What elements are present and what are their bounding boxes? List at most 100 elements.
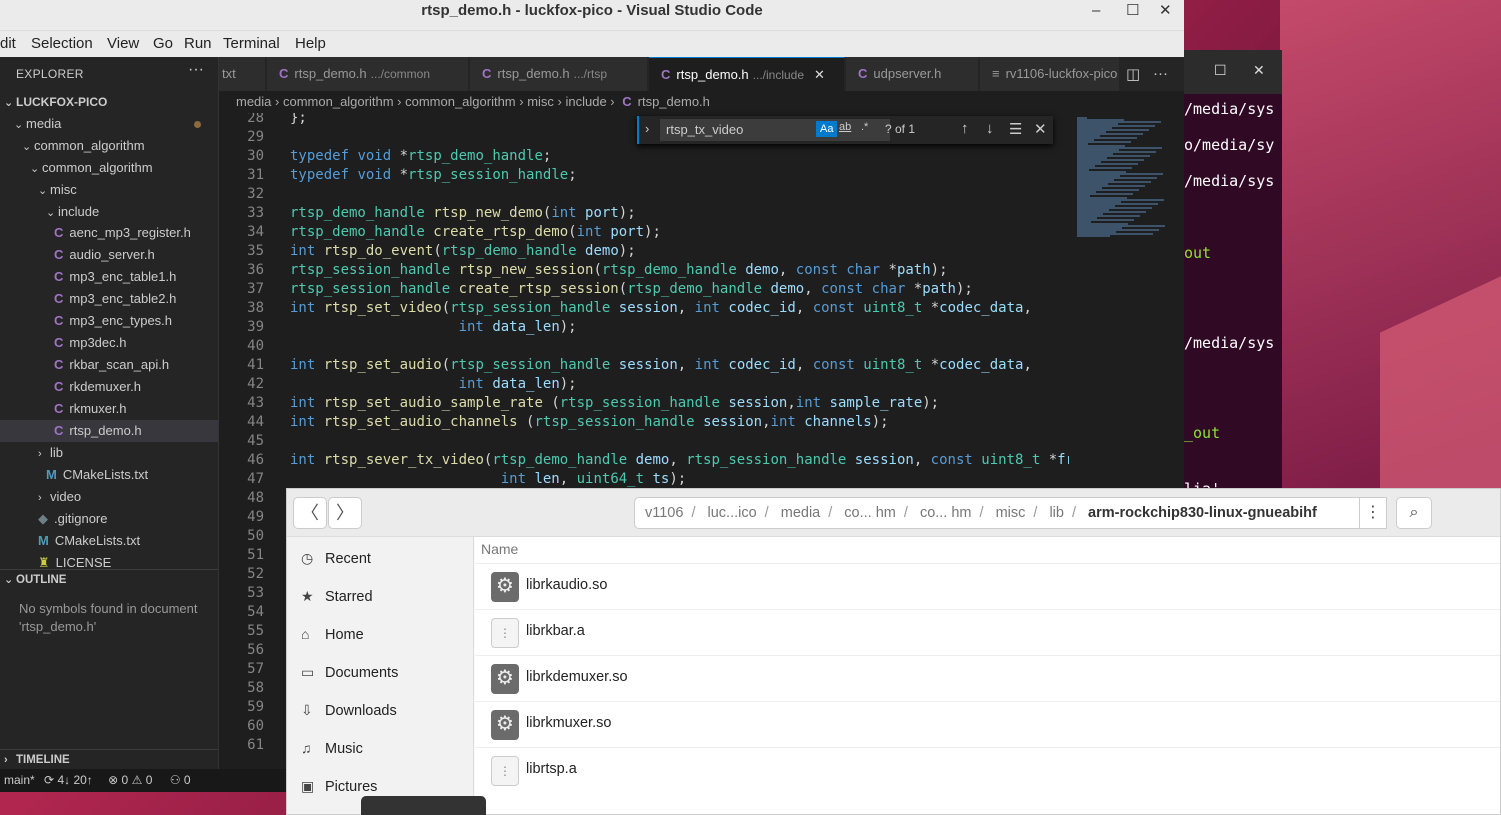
tab-rv1106[interactable]: ≡ rv1106-luckfox-pico <box>980 57 1120 91</box>
path-bar[interactable]: v1106/ luc...ico / media / co... hm / co...… <box>634 497 1360 529</box>
code-line[interactable]: 33 rtsp_demo_handle rtsp_new_demo(int por… <box>219 204 1069 223</box>
path-segment[interactable]: v1106 <box>645 505 683 521</box>
forward-button[interactable]: 〉 <box>328 497 362 529</box>
match-word-toggle[interactable]: ab <box>839 121 851 133</box>
code-line[interactable]: 41 int rtsp_set_audio(rtsp_session_handle… <box>219 356 1069 375</box>
path-segment[interactable]: misc <box>996 505 1026 521</box>
explorer-item[interactable]: ⌄ media <box>0 113 218 135</box>
place-pictures[interactable]: ▣ Pictures <box>301 778 377 795</box>
code-line[interactable]: 45 <box>219 432 1069 451</box>
tab-txt[interactable]: txt <box>219 57 266 91</box>
code-line[interactable]: 47 int len, uint64_t ts); <box>219 470 1069 489</box>
code-line[interactable]: 36 rtsp_session_handle rtsp_new_session(r… <box>219 261 1069 280</box>
file-item[interactable]: ⚙ librkaudio.so <box>475 563 1500 609</box>
menu-terminal[interactable]: Terminal <box>223 35 280 52</box>
code-line[interactable]: 34 rtsp_demo_handle create_rtsp_demo(int … <box>219 223 1069 242</box>
minimize-button[interactable]: – <box>1092 0 1100 22</box>
close-icon[interactable]: ✕ <box>1034 120 1047 138</box>
breadcrumb-item[interactable]: common_algorithm <box>405 94 516 109</box>
code-line[interactable]: 43 int rtsp_set_audio_sample_rate (rtsp_s… <box>219 394 1069 413</box>
code-line[interactable]: 32 <box>219 185 1069 204</box>
tab-rtsp-rtsp[interactable]: Crtsp_demo.h .../rtsp <box>470 57 648 91</box>
explorer-item[interactable]: ⌄ misc <box>0 179 218 201</box>
code-line[interactable]: 39 int data_len); <box>219 318 1069 337</box>
more-actions-icon[interactable]: ··· <box>188 61 204 79</box>
file-manager-window[interactable]: 〈 〉 v1106/ luc...ico / media / co... hm / c… <box>286 488 1501 815</box>
ports-count[interactable]: 0 <box>184 773 191 787</box>
place-starred[interactable]: ★ Starred <box>301 588 373 605</box>
file-item[interactable]: ⚙ librkdemuxer.so <box>475 655 1500 701</box>
menu-run[interactable]: Run <box>184 35 212 52</box>
sync-status[interactable]: 4↓ 20↑ <box>57 773 92 787</box>
previous-match-icon[interactable]: ↑ <box>961 120 969 137</box>
explorer-item[interactable]: › video <box>0 486 218 508</box>
menu-view[interactable]: View <box>107 35 139 52</box>
place-downloads[interactable]: ⇩ Downloads <box>301 702 397 719</box>
code-line[interactable]: 31 typedef void *rtsp_session_handle; <box>219 166 1069 185</box>
explorer-item[interactable]: Caudio_server.h <box>0 244 218 266</box>
explorer-item[interactable]: ⌄ common_algorithm <box>0 135 218 157</box>
breadcrumb-item[interactable]: common_algorithm <box>283 94 394 109</box>
close-tab-icon[interactable]: ✕ <box>814 67 825 82</box>
column-header-name[interactable]: Name <box>481 541 518 557</box>
outline-section[interactable]: ⌄ OUTLINE <box>0 569 218 591</box>
code-line[interactable]: 30 typedef void *rtsp_demo_handle; <box>219 147 1069 166</box>
explorer-item[interactable]: Crtsp_demo.h <box>0 420 218 442</box>
explorer-item[interactable]: M CMakeLists.txt <box>0 464 218 486</box>
explorer-item[interactable]: › lib <box>0 442 218 464</box>
close-icon[interactable]: ✕ <box>1253 63 1265 79</box>
tab-rtsp-include[interactable]: Crtsp_demo.h .../include ✕ <box>649 57 845 91</box>
explorer-item[interactable]: Crkbar_scan_api.h <box>0 354 218 376</box>
maximize-icon[interactable]: ☐ <box>1214 63 1227 79</box>
menu-selection[interactable]: Selection <box>31 35 93 52</box>
code-line[interactable]: 42 int data_len); <box>219 375 1069 394</box>
explorer-item[interactable]: Crkmuxer.h <box>0 398 218 420</box>
sync-icon[interactable]: ⟳ <box>44 773 54 787</box>
file-item[interactable]: ⋮ librkbar.a <box>475 609 1500 655</box>
tab-udpserver[interactable]: Cudpserver.h <box>846 57 979 91</box>
menu-help[interactable]: Help <box>295 35 326 52</box>
next-match-icon[interactable]: ↓ <box>986 120 994 137</box>
code-line[interactable]: 38 int rtsp_set_video(rtsp_session_handle… <box>219 299 1069 318</box>
place-recent[interactable]: ◷ Recent <box>301 550 371 567</box>
find-input[interactable]: rtsp_tx_video <box>660 119 890 141</box>
workspace-root[interactable]: ⌄ LUCKFOX-PICO <box>0 91 218 113</box>
code-line[interactable]: 44 int rtsp_set_audio_channels (rtsp_sess… <box>219 413 1069 432</box>
find-in-selection-icon[interactable]: ☰ <box>1009 120 1022 138</box>
path-segment[interactable]: co... hm <box>920 505 972 521</box>
menu-edit[interactable]: dit <box>0 35 16 52</box>
code-line[interactable]: 35 int rtsp_do_event(rtsp_demo_handle dem… <box>219 242 1069 261</box>
breadcrumb-item[interactable]: include <box>565 94 606 109</box>
explorer-item[interactable]: Cmp3dec.h <box>0 332 218 354</box>
path-segment[interactable]: co... hm <box>844 505 896 521</box>
place-home[interactable]: ⌂ Home <box>301 626 364 643</box>
branch-status[interactable]: main* <box>4 773 35 787</box>
back-button[interactable]: 〈 <box>293 497 327 529</box>
code-line[interactable]: 37 rtsp_session_handle create_rtsp_sessio… <box>219 280 1069 299</box>
regex-toggle[interactable]: .* <box>861 121 868 133</box>
timeline-section[interactable]: › TIMELINE <box>0 749 218 771</box>
explorer-item[interactable]: ⌄ common_algorithm <box>0 157 218 179</box>
errors-count[interactable]: 0 <box>122 773 129 787</box>
close-button[interactable]: ✕ <box>1159 0 1172 22</box>
path-menu-icon[interactable]: ⋮ <box>1359 497 1387 529</box>
more-actions-icon[interactable]: ··· <box>1153 65 1168 82</box>
search-icon[interactable]: ⌕ <box>1396 497 1432 529</box>
path-segment-current[interactable]: arm-rockchip830-linux-gnueabihf <box>1088 505 1317 521</box>
split-editor-icon[interactable]: ◫ <box>1126 65 1140 83</box>
breadcrumb-item[interactable]: misc <box>527 94 554 109</box>
code-line[interactable]: 46 int rtsp_sever_tx_video(rtsp_demo_hand… <box>219 451 1069 470</box>
code-line[interactable]: 40 <box>219 337 1069 356</box>
breadcrumb-item[interactable]: rtsp_demo.h <box>638 94 710 109</box>
window-titlebar[interactable]: rtsp_demo.h - luckfox-pico - Visual Stud… <box>0 0 1184 30</box>
file-item[interactable]: ⋮ librtsp.a <box>475 747 1500 793</box>
match-case-toggle[interactable]: Aa <box>816 121 838 137</box>
file-item[interactable]: ⚙ librkmuxer.so <box>475 701 1500 747</box>
maximize-button[interactable]: ☐ <box>1126 0 1139 22</box>
place-music[interactable]: ♫ Music <box>301 740 363 757</box>
menu-go[interactable]: Go <box>153 35 173 52</box>
explorer-item[interactable]: Cmp3_enc_table1.h <box>0 266 218 288</box>
place-documents[interactable]: ▭ Documents <box>301 664 398 681</box>
tab-rtsp-common[interactable]: Crtsp_demo.h .../common <box>267 57 469 91</box>
path-segment[interactable]: lib <box>1049 505 1064 521</box>
